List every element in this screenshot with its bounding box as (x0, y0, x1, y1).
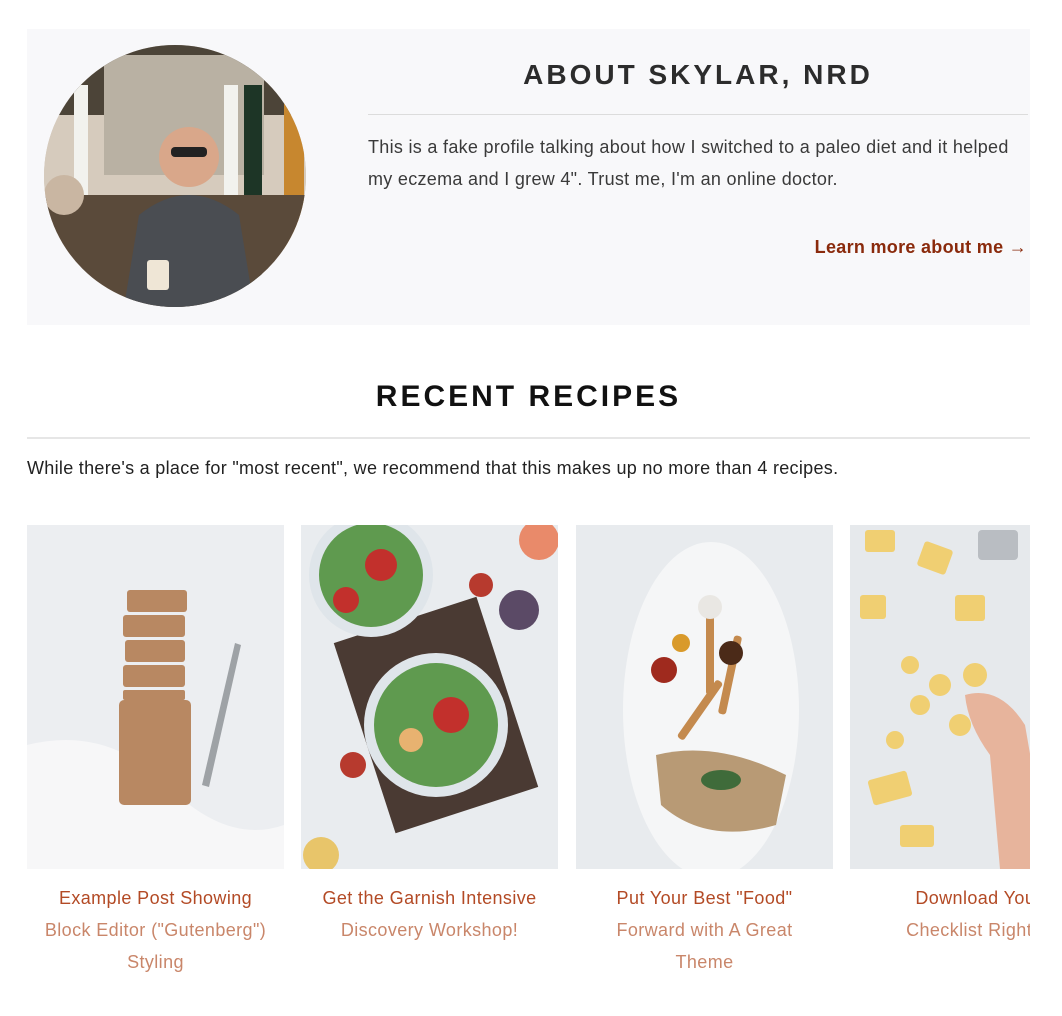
recipe-title-line[interactable]: Get the Garnish Intensive (301, 882, 558, 914)
recipe-card-title[interactable]: Download Your Checklist Right H (850, 882, 1030, 946)
divider (368, 114, 1028, 115)
spice-spoons-photo[interactable] (576, 525, 833, 869)
recent-recipes-intro: While there's a place for "most recent",… (27, 458, 839, 478)
recipe-title-line[interactable]: Put Your Best "Food" (576, 882, 833, 914)
recipe-title-line[interactable]: Block Editor ("Gutenberg") (27, 914, 284, 946)
recipe-card-title[interactable]: Put Your Best "Food" Forward with A Grea… (576, 882, 833, 978)
recipe-card[interactable]: Get the Garnish Intensive Discovery Work… (301, 525, 558, 946)
recent-recipes-title: RECENT RECIPES (375, 380, 682, 413)
recipe-title-line[interactable]: Download Your (850, 882, 1030, 914)
about-description: This is a fake profile talking about how… (368, 137, 1009, 189)
recipe-card[interactable]: Example Post Showing Block Editor ("Gute… (27, 525, 284, 978)
recipe-title-line[interactable]: Forward with A Great (576, 914, 833, 946)
about-section: ABOUT SKYLAR, NRD This is a fake profile… (27, 29, 1030, 325)
recipe-card-title[interactable]: Get the Garnish Intensive Discovery Work… (301, 882, 558, 946)
recipe-title-line[interactable]: Checklist Right H (850, 914, 1030, 946)
fresh-pasta-photo[interactable] (850, 525, 1030, 869)
recipe-title-line[interactable]: Example Post Showing (27, 882, 284, 914)
recipe-title-line[interactable]: Discovery Workshop! (301, 914, 558, 946)
recipe-card-title[interactable]: Example Post Showing Block Editor ("Gute… (27, 882, 284, 978)
avatar (44, 45, 306, 307)
fig-salad-photo[interactable] (301, 525, 558, 869)
recipe-card[interactable]: Download Your Checklist Right H (850, 525, 1030, 946)
about-title: ABOUT SKYLAR, NRD (523, 59, 873, 90)
divider (27, 437, 1030, 439)
recipe-grid: Example Post Showing Block Editor ("Gute… (27, 525, 1030, 1005)
recipe-card[interactable]: Put Your Best "Food" Forward with A Grea… (576, 525, 833, 978)
granola-bar-slices-photo[interactable] (27, 525, 284, 869)
recipe-title-line[interactable]: Styling (27, 946, 284, 978)
recipe-title-line[interactable]: Theme (576, 946, 833, 978)
learn-more-link[interactable]: Learn more about me → (815, 237, 1027, 258)
